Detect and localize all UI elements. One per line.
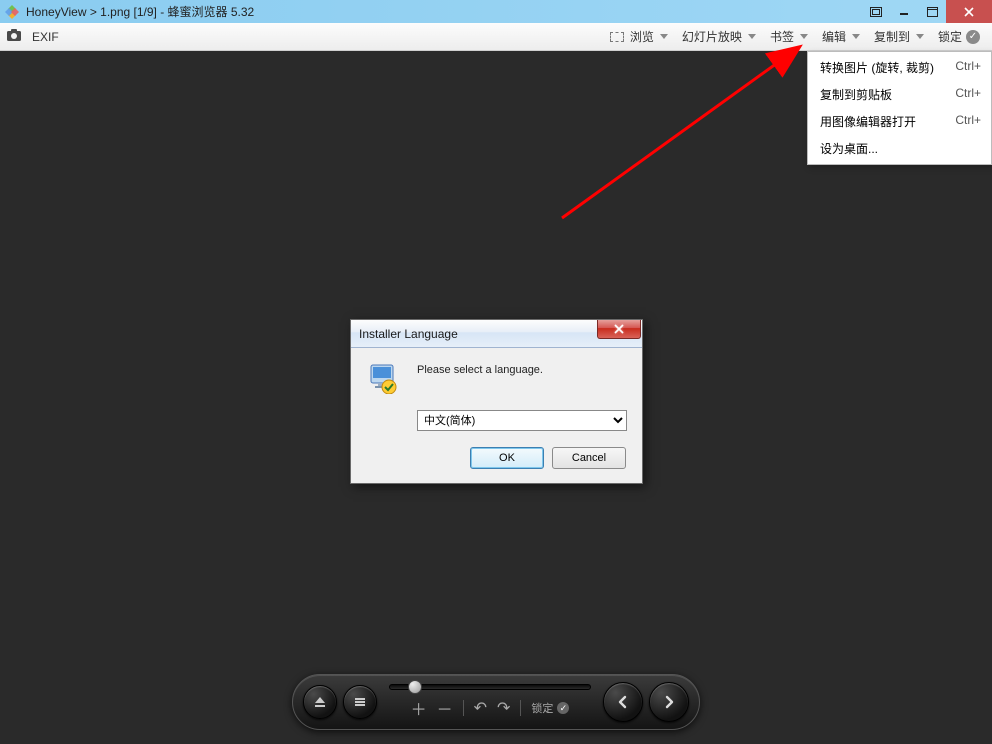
copyto-label: 复制到 bbox=[874, 28, 910, 45]
dd-open-editor[interactable]: 用图像编辑器打开 Ctrl+ bbox=[808, 108, 991, 135]
slideshow-menu[interactable]: 幻灯片放映 bbox=[676, 25, 762, 49]
chevron-down-icon bbox=[852, 34, 860, 39]
ok-button[interactable]: OK bbox=[470, 447, 544, 469]
exif-button[interactable]: EXIF bbox=[26, 25, 65, 49]
chevron-down-icon bbox=[660, 34, 668, 39]
dd-shortcut: Ctrl+ bbox=[955, 86, 981, 103]
separator bbox=[520, 700, 521, 716]
browse-menu[interactable]: 浏览 bbox=[604, 25, 674, 49]
rotate-left-button[interactable]: ↶ bbox=[474, 698, 487, 718]
zoom-slider[interactable] bbox=[389, 684, 591, 690]
bookmark-menu[interactable]: 书签 bbox=[764, 25, 814, 49]
zoom-out-button[interactable]: － bbox=[437, 696, 453, 720]
prev-button[interactable] bbox=[603, 682, 643, 722]
window-maximize-button[interactable] bbox=[918, 0, 946, 23]
exif-label: EXIF bbox=[32, 30, 59, 44]
dd-shortcut: Ctrl+ bbox=[955, 113, 981, 130]
copyto-menu[interactable]: 复制到 bbox=[868, 25, 930, 49]
installer-icon bbox=[367, 362, 417, 431]
installer-language-dialog: Installer Language Please select a langu… bbox=[350, 319, 643, 484]
dialog-title: Installer Language bbox=[359, 327, 597, 341]
dd-set-wallpaper[interactable]: 设为桌面... bbox=[808, 135, 991, 162]
lock-toggle-label: 锁定 bbox=[531, 700, 553, 716]
lock-menu[interactable]: 锁定 ✓ bbox=[932, 25, 986, 49]
app-icon bbox=[4, 4, 20, 20]
dialog-titlebar[interactable]: Installer Language bbox=[351, 320, 642, 348]
bookmark-label: 书签 bbox=[770, 28, 794, 45]
expand-icon bbox=[610, 32, 624, 42]
camera-icon bbox=[6, 28, 22, 45]
eject-button[interactable] bbox=[303, 685, 337, 719]
dd-label: 设为桌面... bbox=[820, 140, 971, 157]
slideshow-label: 幻灯片放映 bbox=[682, 28, 742, 45]
lock-check-icon: ✓ bbox=[557, 702, 569, 714]
lock-label: 锁定 bbox=[938, 28, 962, 45]
lock-toggle[interactable]: 锁定 ✓ bbox=[531, 700, 569, 716]
dd-label: 复制到剪贴板 bbox=[820, 86, 945, 103]
dd-label: 用图像编辑器打开 bbox=[820, 113, 945, 130]
playback-controlbar: ＋ － ↶ ↷ 锁定 ✓ bbox=[292, 674, 700, 730]
edit-menu[interactable]: 编辑 bbox=[816, 25, 866, 49]
dialog-close-button[interactable] bbox=[597, 320, 641, 339]
dd-transform[interactable]: 转换图片 (旋转, 裁剪) Ctrl+ bbox=[808, 54, 991, 81]
next-button[interactable] bbox=[649, 682, 689, 722]
window-fullscreen-button[interactable] bbox=[862, 0, 890, 23]
slider-thumb[interactable] bbox=[408, 680, 422, 694]
zoom-in-button[interactable]: ＋ bbox=[411, 696, 427, 720]
menu-button[interactable] bbox=[343, 685, 377, 719]
dd-shortcut: Ctrl+ bbox=[955, 59, 981, 76]
rotate-right-button[interactable]: ↷ bbox=[497, 698, 510, 718]
chevron-down-icon bbox=[748, 34, 756, 39]
chevron-down-icon bbox=[800, 34, 808, 39]
language-select[interactable]: 中文(简体) bbox=[417, 410, 627, 431]
window-title: HoneyView > 1.png [1/9] - 蜂蜜浏览器 5.32 bbox=[26, 3, 862, 20]
window-controls bbox=[862, 0, 992, 23]
dd-copy-clipboard[interactable]: 复制到剪贴板 Ctrl+ bbox=[808, 81, 991, 108]
window-close-button[interactable] bbox=[946, 0, 992, 23]
toolbar: EXIF 浏览 幻灯片放映 书签 编辑 复制到 锁定 ✓ bbox=[0, 23, 992, 51]
dd-label: 转换图片 (旋转, 裁剪) bbox=[820, 59, 945, 76]
window-titlebar: HoneyView > 1.png [1/9] - 蜂蜜浏览器 5.32 bbox=[0, 0, 992, 23]
browse-label: 浏览 bbox=[630, 28, 654, 45]
chevron-down-icon bbox=[916, 34, 924, 39]
tool-row: ＋ － ↶ ↷ 锁定 ✓ bbox=[389, 696, 591, 720]
window-minimize-button[interactable] bbox=[890, 0, 918, 23]
cancel-button[interactable]: Cancel bbox=[552, 447, 626, 469]
lock-check-icon: ✓ bbox=[966, 30, 980, 44]
edit-dropdown: 转换图片 (旋转, 裁剪) Ctrl+ 复制到剪贴板 Ctrl+ 用图像编辑器打… bbox=[807, 51, 992, 165]
separator bbox=[463, 700, 464, 716]
edit-label: 编辑 bbox=[822, 28, 846, 45]
dialog-message: Please select a language. bbox=[417, 364, 627, 376]
